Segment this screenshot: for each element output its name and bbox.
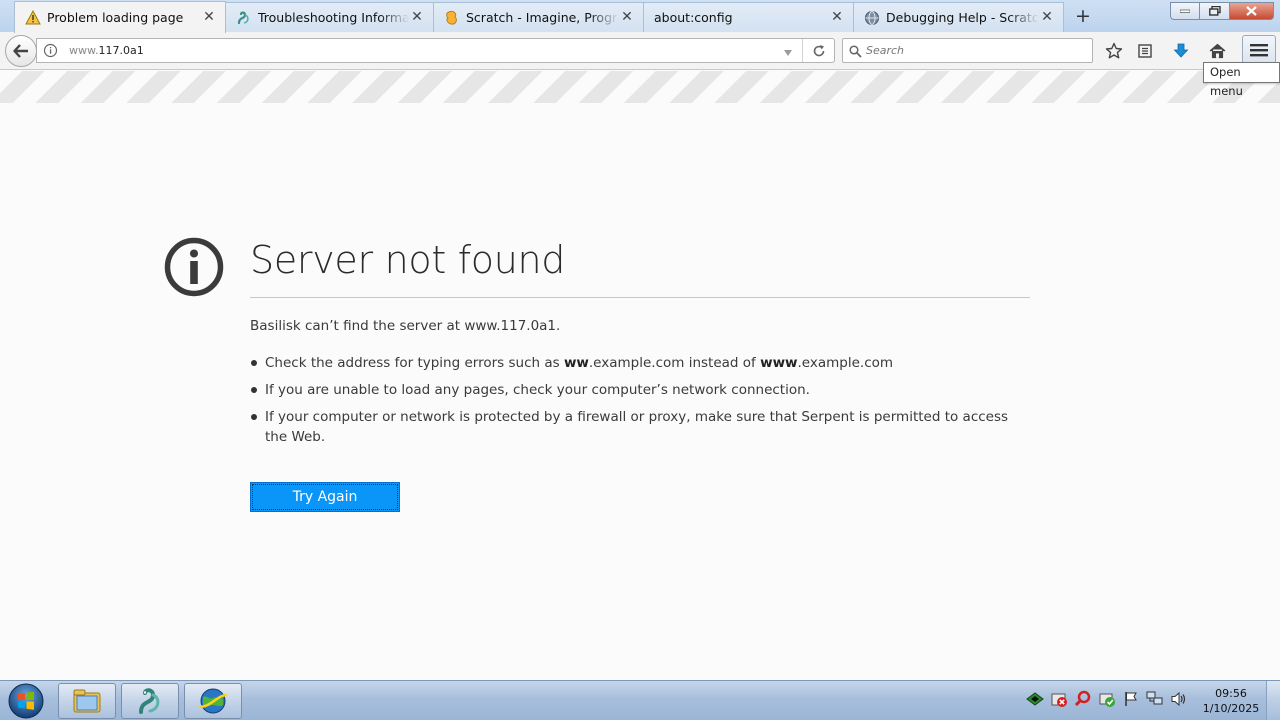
taskbar-explorer[interactable] [58, 683, 116, 719]
minimize-icon [1180, 9, 1190, 13]
history-dropdown-icon[interactable] [782, 44, 796, 58]
url-bar[interactable]: www.117.0a1 [36, 38, 835, 63]
search-input[interactable] [866, 40, 1086, 60]
download-arrow-icon [1173, 43, 1189, 58]
list-item: If your computer or network is protected… [250, 407, 1030, 447]
taskbar-network-app[interactable] [184, 683, 242, 719]
volume-icon[interactable] [1169, 689, 1189, 709]
url-host: 117.0a1 [98, 44, 144, 57]
tab-problem-loading[interactable]: Problem loading page ✕ [14, 1, 226, 33]
network-globe-icon [198, 688, 228, 714]
info-icon [164, 237, 224, 297]
windows-logo-icon [8, 683, 44, 719]
flag-icon[interactable] [1121, 689, 1141, 709]
network-icon[interactable] [1145, 689, 1165, 709]
taskbar-serpent-browser[interactable] [121, 683, 179, 719]
navigation-bar: www.117.0a1 [0, 32, 1280, 70]
close-icon [1246, 6, 1257, 16]
clock-date: 1/10/2025 [1202, 702, 1260, 715]
title-divider [250, 297, 1030, 298]
downloads-button[interactable] [1169, 39, 1193, 63]
close-window-button[interactable] [1230, 2, 1274, 20]
close-tab-icon[interactable]: ✕ [619, 9, 635, 26]
title-bar: Problem loading page ✕ Troubleshooting I… [0, 0, 1280, 33]
error-description: Basilisk can’t find the server at www.11… [250, 318, 561, 334]
tab-title: about:config [654, 10, 733, 25]
suggestion-bold: ww [563, 355, 589, 371]
tab-about-config[interactable]: about:config ✕ [644, 2, 854, 32]
reload-icon [813, 44, 825, 56]
new-tab-button[interactable]: + [1072, 5, 1094, 27]
taskbar: 09:56 1/10/2025 [0, 680, 1280, 720]
hamburger-menu-icon [1250, 44, 1268, 57]
bookmark-star-button[interactable] [1102, 39, 1126, 63]
show-desktop-button[interactable] [1266, 681, 1280, 720]
search-bar[interactable] [842, 38, 1093, 63]
page-title: Server not found [250, 238, 566, 282]
clock-time: 09:56 [1215, 687, 1247, 700]
tab-scratch[interactable]: Scratch - Imagine, Program, Share ✕ [434, 2, 644, 32]
serpent-icon [236, 10, 252, 26]
explorer-icon [73, 689, 101, 713]
update-tray-icon[interactable] [1097, 689, 1117, 709]
bookmarks-menu-button[interactable] [1133, 39, 1157, 63]
warning-icon [25, 10, 41, 26]
suggestion-list: Check the address for typing errors such… [250, 353, 1030, 454]
error-stripe-banner [0, 71, 1280, 103]
restore-icon [1208, 6, 1221, 16]
site-info-icon[interactable] [43, 43, 58, 58]
error-tray-icon[interactable] [1049, 689, 1069, 709]
close-tab-icon[interactable]: ✕ [1039, 9, 1055, 26]
suggestion-bold: www [760, 355, 798, 371]
close-tab-icon[interactable]: ✕ [829, 9, 845, 26]
globe-icon [864, 10, 880, 26]
tab-title: Scratch - Imagine, Program, Share [466, 10, 619, 25]
restore-button[interactable] [1200, 2, 1230, 20]
home-icon [1209, 43, 1225, 59]
serpent-icon [139, 688, 160, 714]
app-tray-icon[interactable] [1025, 689, 1045, 709]
list-item: If you are unable to load any pages, che… [250, 380, 1030, 400]
tab-troubleshooting[interactable]: Troubleshooting Information ✕ [226, 2, 434, 32]
search-icon [849, 43, 862, 62]
list-item: Check the address for typing errors such… [250, 353, 1030, 373]
window-controls [1170, 2, 1274, 20]
home-button[interactable] [1205, 39, 1229, 63]
tab-title: Debugging Help - Scratch Wiki [886, 10, 1039, 25]
tab-debugging-help[interactable]: Debugging Help - Scratch Wiki ✕ [854, 2, 1064, 32]
minimize-button[interactable] [1170, 2, 1200, 20]
back-button[interactable] [5, 35, 37, 67]
search-tray-icon[interactable] [1073, 689, 1093, 709]
suggestion-text: Check the address for typing errors such… [265, 355, 564, 371]
bookmarks-list-icon [1138, 44, 1152, 58]
suggestion-text: .example.com [797, 355, 894, 371]
tab-title: Troubleshooting Information [258, 10, 409, 25]
reload-button[interactable] [802, 39, 835, 62]
url-prefix: www. [69, 44, 99, 57]
close-tab-icon[interactable]: ✕ [409, 9, 425, 26]
system-tray [1025, 689, 1189, 709]
menu-tooltip: Open menu [1203, 62, 1280, 98]
tab-title: Problem loading page [47, 10, 184, 25]
star-icon [1105, 42, 1123, 59]
clock[interactable]: 09:56 1/10/2025 [1198, 686, 1264, 716]
scratch-icon [444, 10, 460, 26]
close-tab-icon[interactable]: ✕ [201, 9, 217, 26]
start-button[interactable] [4, 682, 48, 720]
try-again-button[interactable]: Try Again [250, 482, 400, 512]
back-arrow-icon [13, 44, 28, 58]
url-text[interactable]: www.117.0a1 [69, 44, 144, 57]
open-menu-button[interactable] [1242, 35, 1276, 65]
suggestion-text: .example.com instead of [588, 355, 761, 371]
